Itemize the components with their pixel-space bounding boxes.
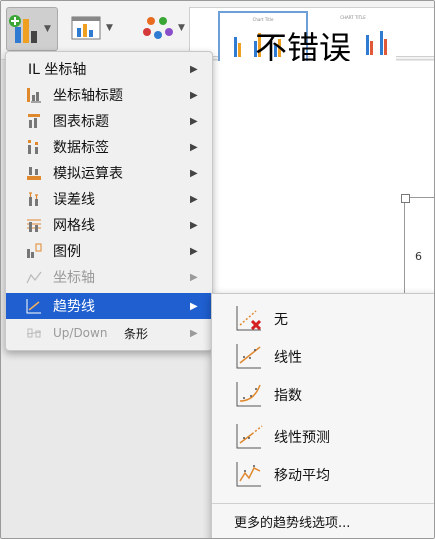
lines-icon [26, 271, 42, 284]
trendline-submenu: 无 线性 指数 线性预测 移动平均 更多的趋势线选项... [211, 293, 434, 538]
trendline-linear-forecast-icon [236, 424, 263, 449]
menu-item-axis-titles[interactable]: 坐标轴标题 ▶ [6, 82, 212, 108]
submenu-item-exponential[interactable]: 指数 [212, 376, 434, 412]
axis-titles-icon [27, 88, 41, 103]
submenu-arrow-icon: ▶ [190, 63, 198, 75]
change-colors-button[interactable]: ▼ [141, 7, 186, 49]
submenu-arrow-icon: ▶ [190, 167, 198, 179]
submenu-item-linear[interactable]: 线性 [212, 338, 434, 374]
chevron-down-icon: ▼ [178, 23, 185, 33]
menu-item-chart-title[interactable]: 图表标题 ▶ [6, 108, 212, 134]
menu-item-label: 图例 [53, 244, 81, 260]
legend-icon [27, 243, 42, 258]
app-window: ▼ ▼ ▼ Chart Title CHART TITLE 不错误 6 IL 坐… [0, 0, 435, 539]
quick-layout-icon [71, 16, 101, 40]
menu-item-label: 图表标题 [53, 114, 109, 130]
menu-item-up-down-bars[interactable]: Up/Down 条形 ▶ [6, 320, 212, 346]
menu-item-legend[interactable]: 图例 ▶ [6, 238, 212, 264]
menu-item-label: 趋势线 [53, 299, 95, 315]
menu-item-lines[interactable]: 坐标轴 ▶ [6, 264, 212, 290]
submenu-arrow-icon: ▶ [190, 89, 198, 101]
quick-layout-button[interactable]: ▼ [71, 7, 116, 49]
menu-item-error-bars[interactable]: 误差线 ▶ [6, 186, 212, 212]
menu-item-data-table[interactable]: 模拟运算表 ▶ [6, 160, 212, 186]
submenu-arrow-icon: ▶ [190, 300, 198, 312]
submenu-arrow-icon: ▶ [190, 271, 198, 283]
axis-value: 6 [415, 250, 422, 263]
submenu-item-label: 线性预测 [274, 430, 330, 446]
submenu-item-none[interactable]: 无 [212, 300, 434, 336]
chevron-down-icon: ▼ [44, 24, 51, 34]
submenu-arrow-icon: ▶ [190, 141, 198, 153]
menu-item-label: IL 坐标轴 [28, 62, 87, 78]
menu-item-data-labels[interactable]: 数据标签 ▶ [6, 134, 212, 160]
submenu-arrow-icon: ▶ [190, 219, 198, 231]
trendline-icon [26, 299, 41, 314]
submenu-arrow-icon: ▶ [190, 327, 198, 339]
submenu-arrow-icon: ▶ [190, 245, 198, 257]
submenu-item-label: 移动平均 [274, 468, 330, 484]
menu-item-label: 数据标签 [53, 140, 109, 156]
submenu-item-label: 线性 [274, 350, 302, 366]
chart-title-icon [28, 114, 40, 128]
data-table-icon [27, 167, 41, 180]
submenu-item-label: 指数 [274, 388, 302, 404]
menu-item-label: 坐标轴标题 [53, 88, 123, 104]
gridlines-icon [27, 219, 41, 232]
change-colors-icon [143, 17, 173, 39]
up-down-bars-icon [26, 328, 42, 338]
error-bars-icon [29, 192, 38, 206]
menu-separator [212, 503, 434, 504]
menu-item-label: 误差线 [53, 192, 95, 208]
trendline-moving-average-icon [236, 462, 261, 487]
menu-item-label: 模拟运算表 [53, 166, 123, 182]
resize-handle[interactable] [401, 194, 410, 203]
trendline-none-icon [236, 306, 262, 331]
menu-item-label: 坐标轴 [53, 270, 95, 286]
more-trendline-options[interactable]: 更多的趋势线选项... [234, 512, 350, 531]
add-chart-element-button[interactable]: ▼ [6, 7, 58, 51]
menu-item-label: Up/Down [53, 326, 108, 340]
svg-text:CHART TITLE: CHART TITLE [340, 15, 366, 20]
submenu-item-label: 无 [274, 312, 288, 328]
menu-item-trendline[interactable]: 趋势线 ▶ [6, 293, 212, 319]
svg-text:Chart Title: Chart Title [253, 17, 274, 22]
chevron-down-icon: ▼ [106, 23, 113, 33]
menu-item-gridlines[interactable]: 网格线 ▶ [6, 212, 212, 238]
submenu-item-moving-average[interactable]: 移动平均 [212, 456, 434, 492]
add-chart-element-menu: IL 坐标轴 ▶ 坐标轴标题 ▶ 图表标题 ▶ 数据标签 ▶ 模拟运算表 ▶ 误… [5, 51, 213, 351]
trendline-exponential-icon [236, 382, 261, 407]
menu-item-label: 网格线 [53, 218, 95, 234]
submenu-item-linear-forecast[interactable]: 线性预测 [212, 418, 434, 454]
submenu-arrow-icon: ▶ [190, 193, 198, 205]
submenu-arrow-icon: ▶ [190, 115, 198, 127]
menu-item-axes[interactable]: IL 坐标轴 ▶ [6, 56, 212, 82]
data-labels-icon [28, 140, 38, 154]
add-chart-element-icon [9, 15, 37, 43]
menu-item-label-suffix: 条形 [124, 326, 149, 341]
trendline-linear-icon [236, 344, 261, 369]
